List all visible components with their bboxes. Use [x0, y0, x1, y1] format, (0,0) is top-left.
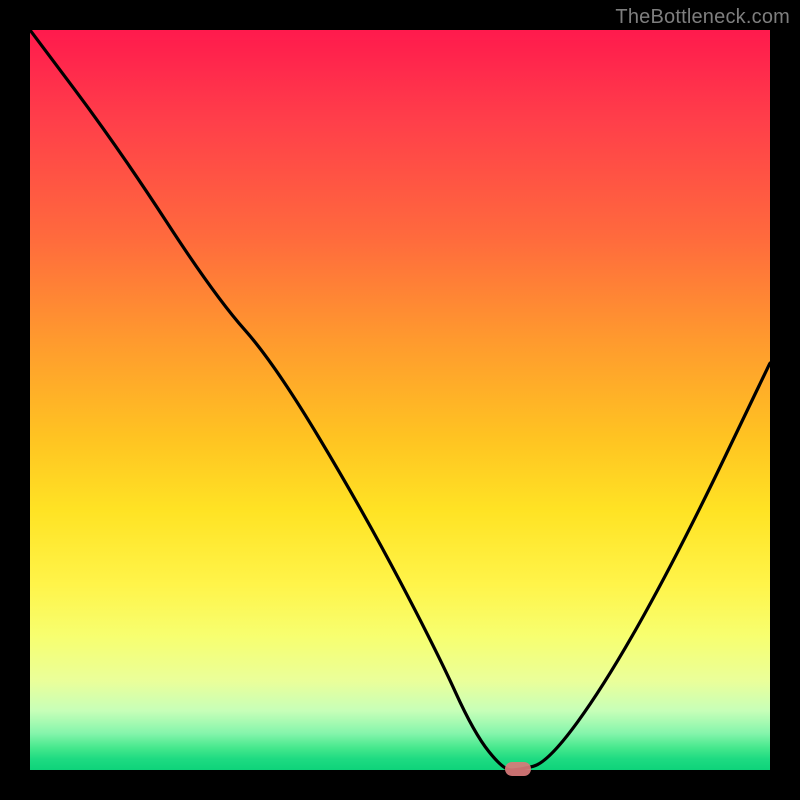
plot-area — [30, 30, 770, 770]
optimum-marker — [505, 762, 531, 776]
chart-frame: TheBottleneck.com — [0, 0, 800, 800]
bottleneck-curve — [30, 30, 770, 770]
watermark-text: TheBottleneck.com — [615, 6, 790, 29]
curve-layer — [30, 30, 770, 770]
